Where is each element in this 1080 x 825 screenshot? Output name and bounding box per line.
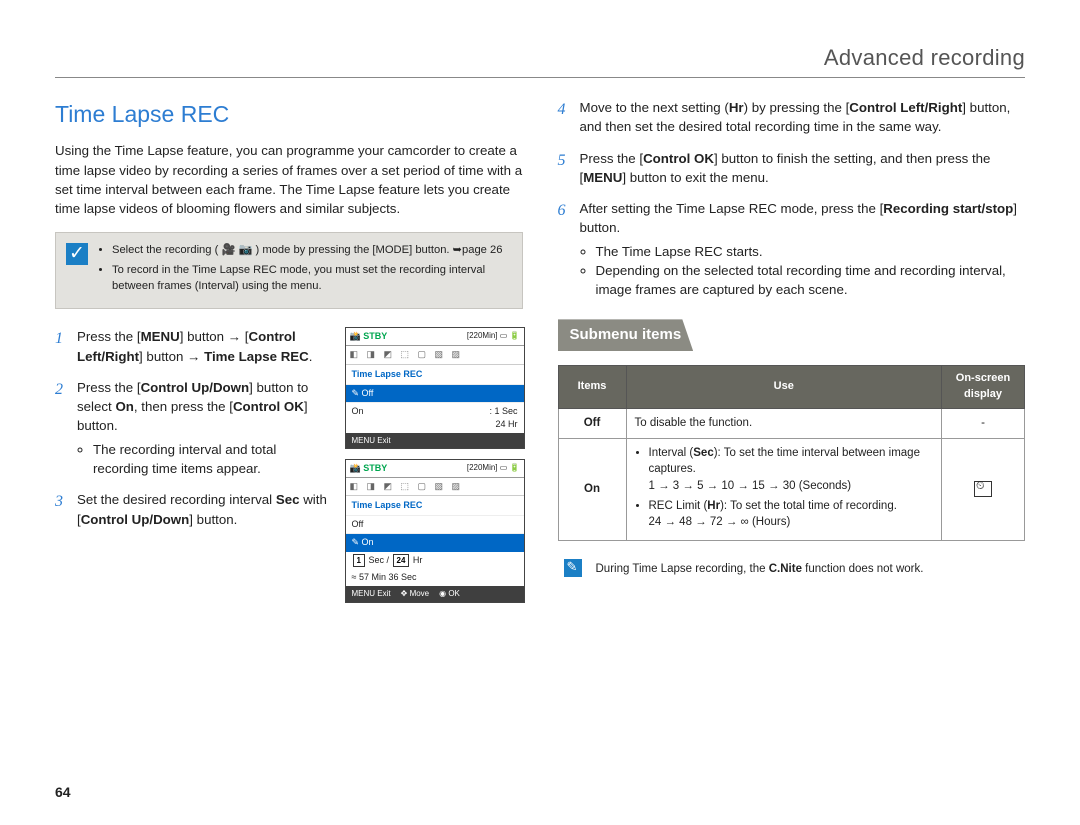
lcd-footer: MENU Exit <box>346 433 524 449</box>
menu-row-off: Off <box>346 384 524 402</box>
computed-duration: ≈ 57 Min 36 Sec <box>346 569 524 586</box>
step-body: Move to the next setting (Hr) by pressin… <box>580 98 1026 137</box>
step-number: 4 <box>558 98 580 137</box>
step-body: After setting the Time Lapse REC mode, p… <box>580 199 1026 299</box>
table-row: On Interval (Sec): To set the time inter… <box>558 438 1025 540</box>
lcd-footer: MENU Exit ✥ Move ◉ OK <box>346 586 524 602</box>
note-icon <box>564 559 582 577</box>
col-use: Use <box>626 366 942 409</box>
step-bullet: Depending on the selected total recordin… <box>596 261 1026 300</box>
lcd-screen-1: 📸 STBY [220Min] ▭ 🔋 ◧ ◨ ◩ ⬚ ▢ ▧ ▨ Time L… <box>345 327 525 449</box>
page-number: 64 <box>55 784 71 800</box>
menu-title: Time Lapse REC <box>346 365 524 384</box>
timelapse-icon <box>974 481 992 497</box>
step-body: Press the [Control OK] button to finish … <box>580 149 1026 188</box>
step-body: Set the desired recording interval Sec w… <box>77 490 335 529</box>
time-remaining: [220Min] <box>467 331 498 340</box>
instruction-steps-cont: 4 Move to the next setting (Hr) by press… <box>558 98 1026 299</box>
interval-setting: 1 Sec / 24 Hr <box>346 552 524 570</box>
page-header: Advanced recording <box>55 45 1025 78</box>
lcd-screen-2: 📸 STBY [220Min] ▭ 🔋 ◧ ◨ ◩ ⬚ ▢ ▧ ▨ Time L… <box>345 459 525 602</box>
status-icons-row: ◧ ◨ ◩ ⬚ ▢ ▧ ▨ <box>346 478 524 496</box>
check-icon <box>66 243 88 265</box>
step-bullet: The Time Lapse REC starts. <box>596 242 1026 261</box>
intro-paragraph: Using the Time Lapse feature, you can pr… <box>55 141 523 218</box>
note-item: To record in the Time Lapse REC mode, yo… <box>112 263 510 294</box>
prerequisite-note: Select the recording ( 🎥 📷 ) mode by pre… <box>55 232 523 309</box>
step-body: Press the [Control Up/Down] button to se… <box>77 378 335 478</box>
submenu-table: Items Use On-screen display Off To disab… <box>558 365 1026 541</box>
note-item: Select the recording ( 🎥 📷 ) mode by pre… <box>112 243 510 259</box>
step-number: 6 <box>558 199 580 299</box>
step-number: 3 <box>55 490 77 529</box>
stby-label: STBY <box>363 331 387 341</box>
status-icons-row: ◧ ◨ ◩ ⬚ ▢ ▧ ▨ <box>346 346 524 364</box>
stby-label: STBY <box>363 463 387 473</box>
step-body: Press the [MENU] button → [Control Left/… <box>77 327 335 366</box>
header-title: Advanced recording <box>824 45 1025 70</box>
right-column: 4 Move to the next setting (Hr) by press… <box>558 98 1026 613</box>
section-title: Time Lapse REC <box>55 98 523 131</box>
step-number: 1 <box>55 327 77 366</box>
table-row: Off To disable the function. - <box>558 409 1025 439</box>
time-remaining: [220Min] <box>467 463 498 472</box>
menu-row-on: On <box>346 533 524 551</box>
col-items: Items <box>558 366 626 409</box>
col-osd: On-screen display <box>942 366 1025 409</box>
info-note: During Time Lapse recording, the C.Nite … <box>558 555 1026 584</box>
submenu-heading: Submenu items <box>558 319 694 351</box>
lcd-screens: 📸 STBY [220Min] ▭ 🔋 ◧ ◨ ◩ ⬚ ▢ ▧ ▨ Time L… <box>345 327 523 612</box>
step-bullet: The recording interval and total recordi… <box>93 440 335 479</box>
step-number: 5 <box>558 149 580 188</box>
menu-title: Time Lapse REC <box>346 496 524 515</box>
step-number: 2 <box>55 378 77 478</box>
left-column: Time Lapse REC Using the Time Lapse feat… <box>55 98 523 613</box>
menu-row-off: Off <box>346 515 524 533</box>
menu-row-on: On : 1 Sec24 Hr <box>346 402 524 433</box>
